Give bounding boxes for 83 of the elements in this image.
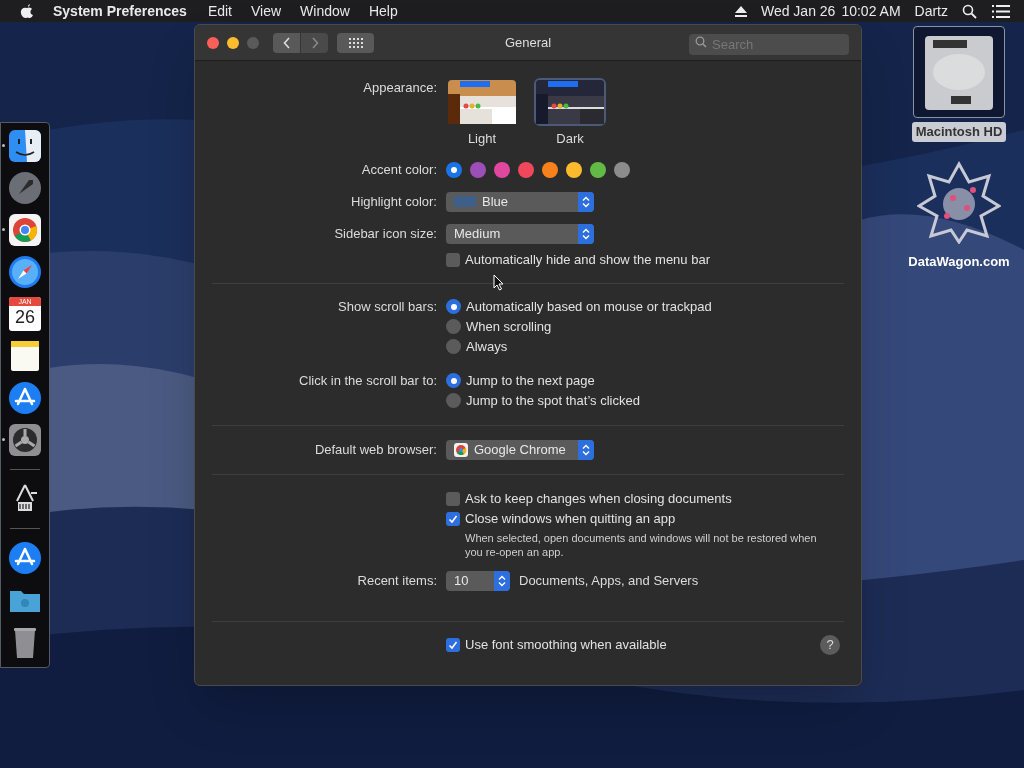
apple-icon[interactable] — [20, 3, 34, 19]
search-icon — [695, 36, 707, 48]
app-store-icon[interactable] — [7, 380, 43, 416]
highlight-color-popup[interactable]: Blue — [446, 191, 594, 212]
menu-item[interactable]: Help — [368, 0, 398, 22]
setting-label: Click in the scroll bar to: — [299, 371, 437, 390]
radio-label: Automatically based on mouse or trackpad — [466, 297, 712, 316]
radio-button[interactable] — [446, 319, 461, 334]
setting-label: Appearance: — [363, 79, 437, 97]
radio-button[interactable] — [446, 299, 461, 314]
eject-icon[interactable] — [734, 5, 747, 17]
radio-label: When scrolling — [466, 317, 552, 336]
accent-swatch[interactable] — [542, 161, 558, 178]
browser-icon — [454, 442, 468, 457]
forward-button[interactable] — [301, 32, 328, 53]
radio-label: Jump to the next page — [466, 371, 595, 390]
accent-swatch[interactable] — [446, 161, 462, 178]
setting-label: Accent color: — [361, 160, 437, 179]
window-title: General — [504, 33, 552, 52]
menu-item[interactable]: View — [251, 0, 282, 22]
recent-items-suffix: Documents, Apps, and Servers — [519, 571, 699, 590]
gear-icon[interactable] — [7, 422, 43, 458]
radio-button[interactable] — [446, 339, 461, 354]
calendar-day: 26 — [15, 306, 35, 328]
browser-icon[interactable] — [7, 212, 43, 248]
chevron-right-icon — [310, 36, 319, 49]
radio-button[interactable] — [446, 373, 461, 388]
stepper-icon — [494, 570, 510, 591]
checkbox[interactable] — [446, 511, 460, 526]
browser-popup[interactable]: Google Chrome — [446, 439, 594, 460]
checkbox[interactable] — [446, 491, 460, 506]
accent-swatch[interactable] — [590, 161, 606, 178]
accent-swatch[interactable] — [566, 161, 582, 178]
stepper-icon — [578, 439, 594, 460]
list-icon[interactable] — [992, 4, 1010, 18]
back-button[interactable] — [273, 32, 300, 53]
setting-label: Recent items: — [357, 571, 437, 590]
setting-label: Highlight color: — [351, 192, 437, 211]
radio-button[interactable] — [446, 393, 461, 408]
minimize-button[interactable] — [227, 36, 239, 49]
radio-label: Jump to the spot that’s clicked — [466, 391, 640, 410]
desktop-icon-label[interactable]: Macintosh HD — [911, 122, 1007, 142]
sidebar-size-popup[interactable]: Medium — [446, 223, 594, 244]
face-icon[interactable] — [7, 128, 43, 164]
radio-label: Always — [466, 337, 508, 356]
star-lattice-icon[interactable] — [917, 159, 1001, 244]
checkbox-label: Use font smoothing when available — [465, 635, 667, 654]
close-button[interactable] — [207, 36, 219, 49]
chevron-left-icon — [282, 36, 291, 49]
checkbox[interactable] — [446, 252, 460, 267]
app-store-icon[interactable] — [7, 540, 43, 576]
checkbox-label: Close windows when quitting an app — [465, 509, 676, 528]
help-button[interactable]: ? — [820, 634, 840, 655]
appearance-label: Dark — [556, 130, 584, 148]
checkbox[interactable] — [446, 637, 460, 652]
menu-item[interactable]: Window — [300, 0, 350, 22]
menu-date[interactable]: Wed Jan 26 — [760, 0, 836, 22]
accent-swatch[interactable] — [518, 161, 534, 178]
search-icon[interactable] — [962, 3, 977, 19]
setting-label: Sidebar icon size: — [334, 224, 437, 243]
grid-icon — [348, 37, 363, 48]
menu-time[interactable]: 10:02 AM — [841, 0, 901, 22]
menu-item[interactable]: Edit — [207, 0, 232, 22]
menu-app-name[interactable]: System Preferences — [53, 0, 187, 22]
accent-swatch[interactable] — [614, 161, 630, 178]
help-note: When selected, open documents and windows will not be restored when you re-open an app. — [465, 530, 818, 559]
stepper-icon — [578, 191, 594, 212]
recent-items-stepper[interactable]: 10 — [446, 570, 510, 591]
desktop-icon-label[interactable]: DataWagon.com — [904, 251, 1014, 271]
pointer-icon — [493, 274, 504, 291]
setting-label: Default web browser: — [314, 440, 437, 459]
setting-label: Show scroll bars: — [338, 297, 437, 316]
appearance-label: Light — [467, 130, 497, 148]
show-all-button[interactable] — [337, 32, 374, 53]
stepper-icon — [578, 223, 594, 244]
appearance-thumbnail[interactable] — [534, 78, 606, 126]
appearance-thumbnail[interactable] — [446, 78, 518, 126]
menu-user[interactable]: Dartz — [914, 0, 948, 22]
checkbox-label: Automatically hide and show the menu bar — [465, 250, 710, 269]
compass-icon[interactable] — [7, 254, 43, 290]
checkbox-label: Ask to keep changes when closing documents — [465, 489, 732, 508]
accent-swatch[interactable] — [470, 161, 486, 178]
accent-swatch[interactable] — [494, 161, 510, 178]
